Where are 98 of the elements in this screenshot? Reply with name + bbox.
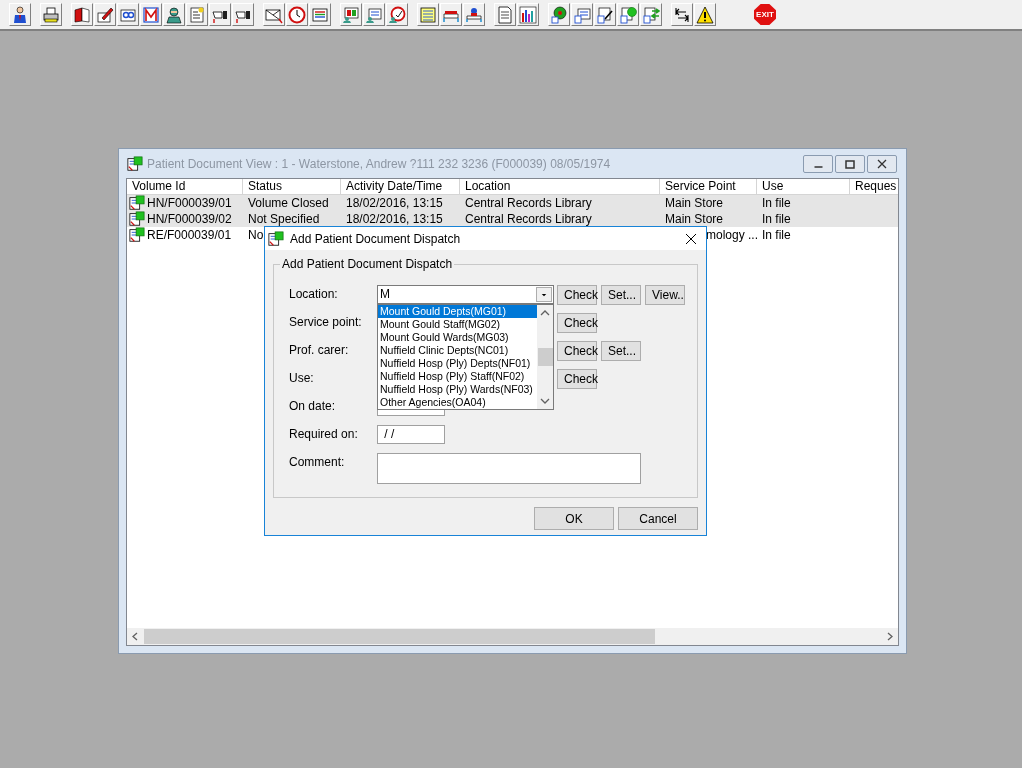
bed-person-icon [465,5,483,24]
table-cell: Volume Closed [248,195,329,211]
toolbar-button[interactable] [163,3,185,26]
field-label: On date: [289,398,337,415]
maximize-icon [845,158,855,169]
dialog-button[interactable]: Set... [601,285,641,305]
document-status-icon [127,155,143,172]
dropdown-option[interactable]: Nuffield Hosp (Ply) Staff(NF02) [378,370,537,383]
minimize-button[interactable] [803,154,833,173]
dropdown-option[interactable]: Mount Gould Depts(MG01) [378,305,537,318]
dialog-button[interactable]: Check [557,369,597,389]
table-cell: HN/F000039/02 [147,211,232,227]
field-label: Prof. carer: [289,342,350,359]
dropdown-option[interactable]: Mount Gould Wards(MG03) [378,331,537,344]
table-cell: Not Specified [248,211,320,227]
dropdown-option[interactable]: Nuffield Hosp (Ply) Depts(NF01) [378,357,537,370]
location-combo[interactable]: M [377,285,554,304]
swap-arrows-icon [673,5,691,24]
minimize-icon [813,166,823,168]
note-icon [188,5,206,24]
arrows-doc-icon [642,5,660,24]
zigzag-icon [142,5,160,24]
warning-icon [696,5,714,24]
table-cell: In file [762,195,791,211]
document-icon [496,5,514,24]
window-title: Patient Document View : 1 - Waterstone, Andrew ?111 232 3236 (F000039) 08/05/1974 [147,155,611,173]
table-cell: No [248,227,264,243]
list-row[interactable]: HN/F000039/01 Volume Closed 18/02/2016, 13:15 Central Records Library Main Store In file [127,195,898,211]
bar-chart-icon [519,5,537,24]
printer-icon [42,5,60,24]
toolbar-button[interactable] [9,3,31,26]
dropdown-option[interactable]: Other Agencies(OA04) [378,396,537,409]
dialog-button[interactable]: View.. [645,285,685,305]
dialog-button[interactable]: Set... [601,341,641,361]
table-cell: RE/F000039/01 [147,227,232,243]
gauge-person-icon [388,5,406,24]
field-label: Use: [289,370,315,387]
pen-icon [96,5,114,24]
toolbar-button[interactable] [94,3,116,26]
dialog-button[interactable]: Check [557,313,597,333]
table-cell: In file [762,227,791,243]
dropdown-option[interactable]: Nuffield Hosp (Ply) Wards(NF03) [378,383,537,396]
date-field[interactable]: / / [377,425,445,444]
person-icon [11,5,29,24]
toolbar-button[interactable] [517,3,539,26]
dialog-button[interactable]: Check [557,285,597,305]
dialog-button[interactable]: OK [534,507,614,530]
toolbar-button[interactable] [463,3,485,26]
maximize-button[interactable] [835,154,865,173]
field-label: Comment: [289,454,346,471]
toolbar-button[interactable] [71,3,93,26]
group-title: Add Patient Document Dispatch [280,257,455,271]
disc-icon [550,5,568,24]
table-cell: Main Store [665,195,724,211]
globe-doc-icon [619,5,637,24]
toolbar-button[interactable] [671,3,693,26]
table-cell: Central Records Library [465,195,592,211]
field-label: Required on: [289,426,359,443]
surgeon-icon [165,5,183,24]
table-cell: HN/F000039/01 [147,195,232,211]
close-icon [877,158,887,169]
field-label: Service point: [289,314,363,331]
document-status-icon [129,195,145,211]
clock-icon [288,5,306,24]
close-button[interactable] [867,154,897,173]
toolbar-button[interactable] [548,3,570,26]
scrollbar-thumb[interactable] [537,348,553,366]
table-cell: 18/02/2016, 13:15 [346,211,443,227]
comment-field[interactable] [377,453,641,484]
book-icon [73,5,91,24]
toolbar-button[interactable] [117,3,139,26]
form-person-icon [365,5,383,24]
close-icon [685,232,697,245]
form-icon [573,5,591,24]
dropdown-option[interactable]: Mount Gould Staff(MG02) [378,318,537,331]
field-label: Location: [289,286,339,303]
exit-button[interactable]: EXIT [754,3,776,26]
list-row[interactable]: HN/F000039/02 Not Specified 18/02/2016, 13:15 Central Records Library Main Store In file [127,211,898,227]
toolbar-button[interactable] [263,3,285,26]
toolbar-button[interactable] [694,3,716,26]
monitor-icon [311,5,329,24]
horizontal-scrollbar[interactable] [127,628,898,645]
dialog-button[interactable]: Check [557,341,597,361]
table-cell: Main Store [665,211,724,227]
document-status-icon [268,230,284,247]
toolbar-button[interactable] [594,3,616,26]
table-cell: Central Records Library [465,211,592,227]
table-cell: 18/02/2016, 13:15 [346,195,443,211]
table-cell: mology ... [706,227,757,243]
notepad-icon [419,5,437,24]
table-cell: In file [762,211,791,227]
form-pen-icon [596,5,614,24]
scrollbar-thumb[interactable] [144,629,655,644]
dialog-title: Add Patient Document Dispatch [290,230,461,248]
screen-person-icon [342,5,360,24]
dialog-button[interactable]: Cancel [618,507,698,530]
dropdown-option[interactable]: Nuffield Clinic Depts(NC01) [378,344,537,357]
vertical-scrollbar[interactable] [537,305,553,409]
